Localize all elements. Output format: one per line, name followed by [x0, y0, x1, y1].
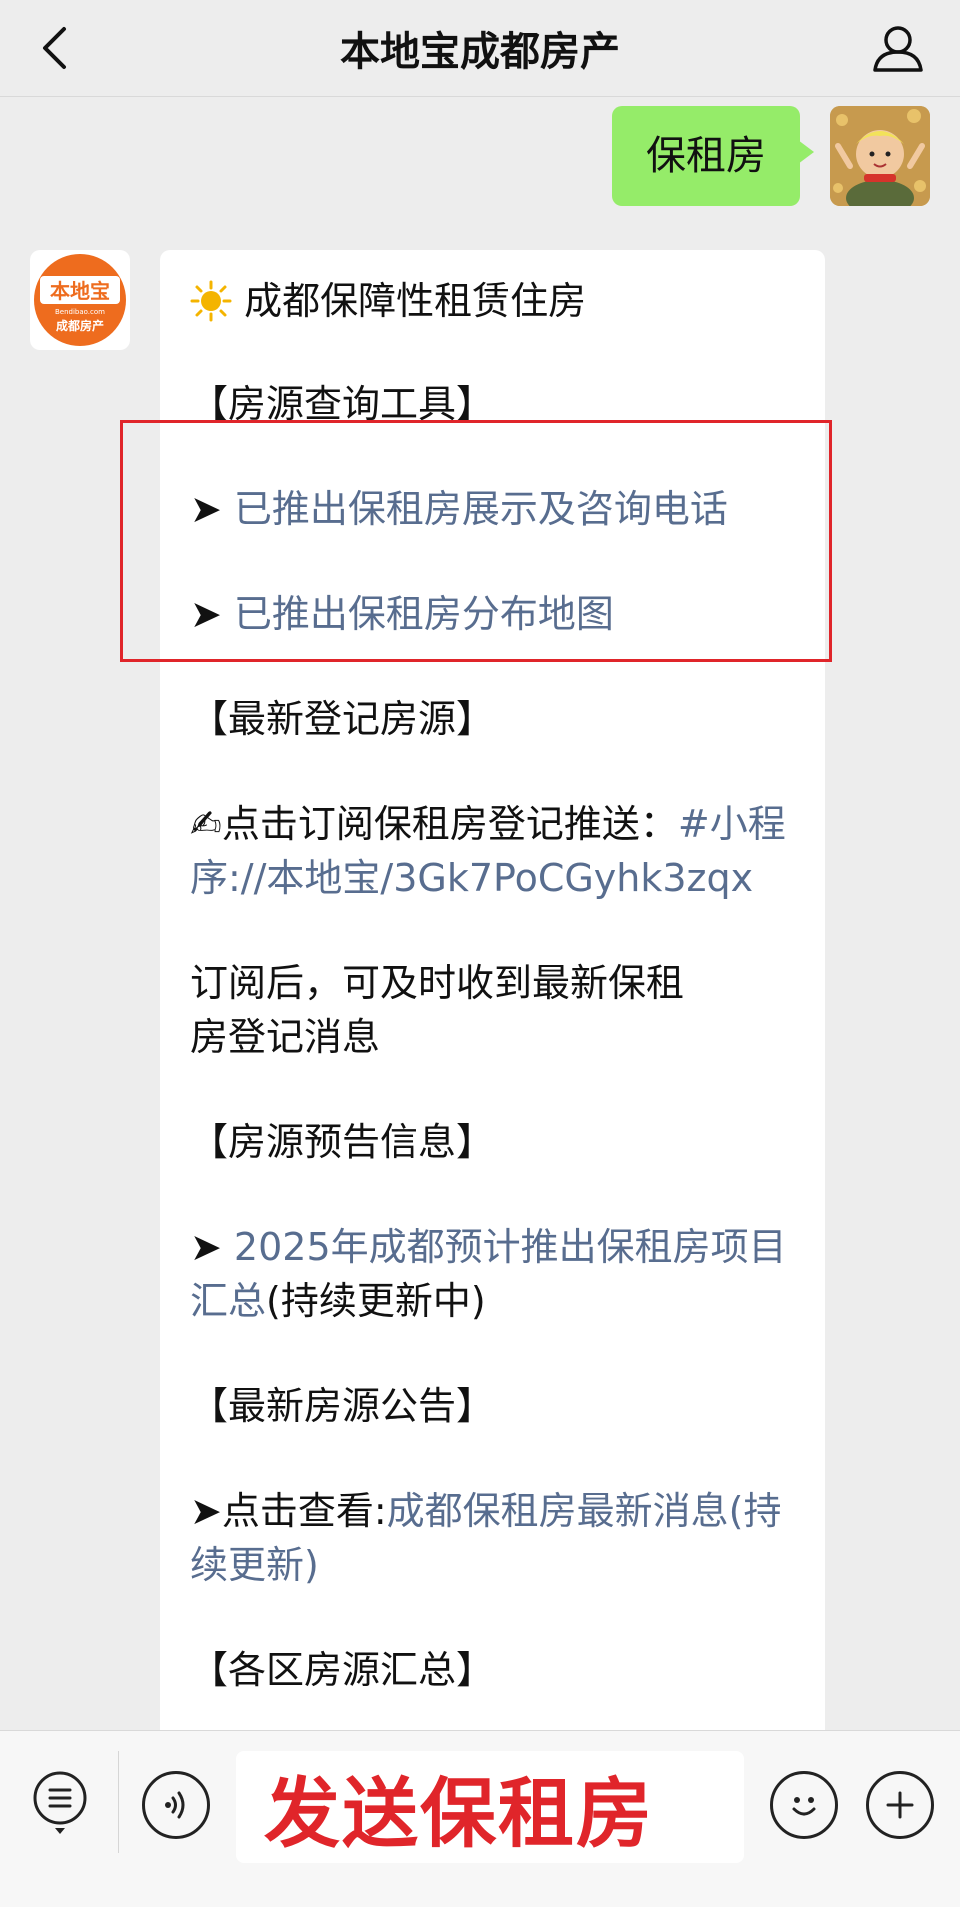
link-line: ➤ 已推出保租房分布地图: [190, 592, 614, 636]
user-icon: [873, 26, 923, 72]
writing-hand-icon: ✍: [190, 802, 222, 846]
link-line: ➤ 2025年成都预计推出保租房项目汇总(持续更新中): [190, 1225, 787, 1323]
plus-button[interactable]: [866, 1771, 934, 1839]
input-bar: 发送保租房: [0, 1730, 960, 1907]
svg-text:Bendibao.com: Bendibao.com: [55, 308, 105, 316]
sun-icon: [190, 280, 232, 322]
outgoing-bubble[interactable]: 保租房: [612, 106, 814, 206]
section-heading: 【房源预告信息】: [190, 1120, 495, 1164]
sender-avatar[interactable]: 本地宝 Bendibao.com 成都房产: [30, 250, 130, 350]
menu-button[interactable]: [28, 1771, 92, 1835]
emoji-button[interactable]: [770, 1771, 838, 1839]
cartoon-avatar-icon: [830, 106, 930, 206]
plus-icon: [886, 1791, 914, 1819]
bendibao-logo: 本地宝 Bendibao.com 成都房产: [34, 254, 126, 346]
user-avatar[interactable]: [830, 106, 930, 206]
subscribe-note: 订阅后，可及时收到最新保租房登记消息: [190, 961, 685, 1059]
profile-button[interactable]: [870, 20, 926, 76]
subscribe-line: ✍点击订阅保租房登记推送：#小程序://本地宝/3Gk7PoCGyhk3zqx: [190, 802, 786, 900]
top-nav-bar: 本地宝成都房产: [0, 0, 960, 97]
link-line: ➤点击查看:成都保租房最新消息(持续更新): [190, 1489, 782, 1587]
chat-title: 本地宝成都房产: [340, 29, 620, 75]
section-heading: 【最新登记房源】: [190, 697, 495, 741]
link-housing-distribution-map[interactable]: 已推出保租房分布地图: [234, 592, 614, 636]
svg-text:成都房产: 成都房产: [56, 318, 104, 333]
list-menu-icon: [33, 1771, 87, 1834]
outgoing-message: 保租房: [612, 106, 930, 206]
link-housing-display-phone[interactable]: 已推出保租房展示及咨询电话: [234, 487, 728, 531]
voice-button[interactable]: [142, 1771, 210, 1839]
section-heading: 【房源查询工具】: [190, 382, 495, 426]
incoming-message-bubble: 成都保障性租赁住房 【房源查询工具】 ➤ 已推出保租房展示及咨询电话 ➤ 已推出…: [160, 250, 825, 1750]
emoji-icon: [792, 1797, 816, 1816]
voice-icon: [165, 1791, 185, 1819]
message-title: 成都保障性租赁住房: [244, 279, 587, 323]
section-heading: 【最新房源公告】: [190, 1384, 495, 1428]
section-heading: 【各区房源汇总】: [190, 1648, 495, 1692]
divider: [118, 1751, 119, 1853]
svg-text:本地宝: 本地宝: [50, 279, 110, 303]
link-line: ➤ 已推出保租房展示及咨询电话: [190, 487, 728, 531]
message-input[interactable]: 发送保租房: [236, 1751, 744, 1863]
message-title-line: 成都保障性租赁住房: [190, 274, 795, 326]
